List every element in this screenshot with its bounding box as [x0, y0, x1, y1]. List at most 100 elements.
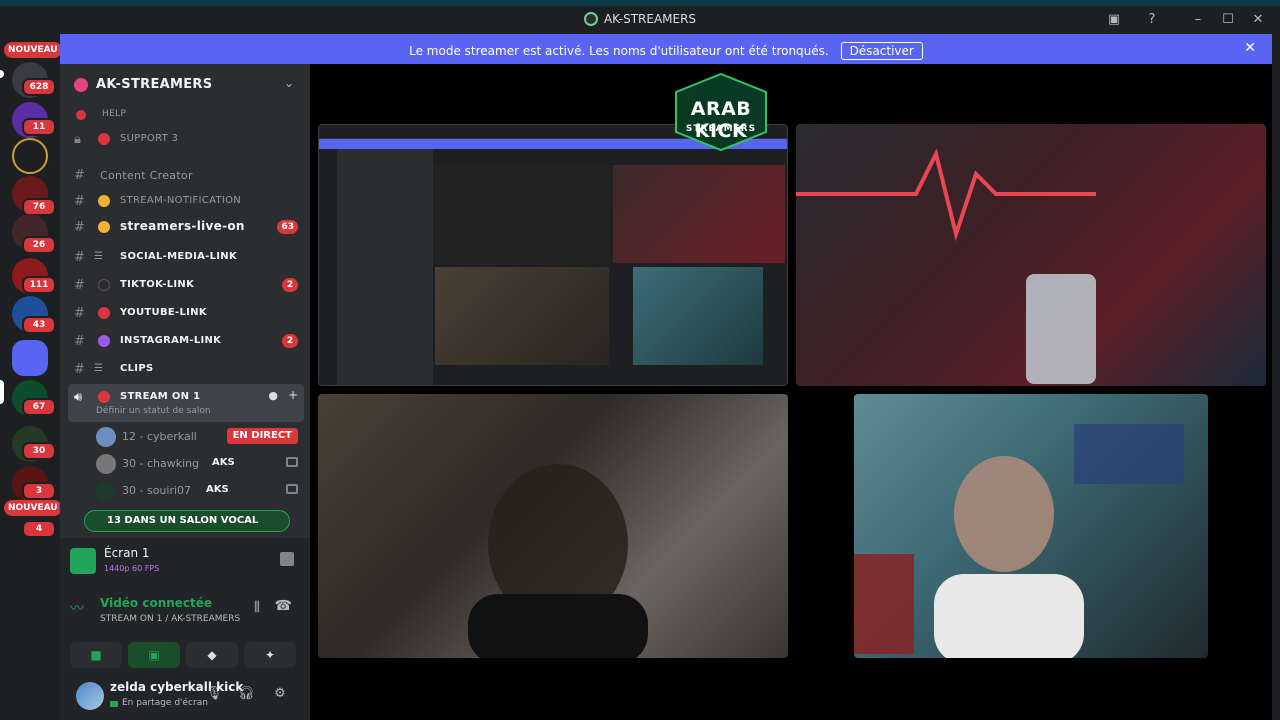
record-icon [98, 391, 110, 403]
channel-name: STREAM-NOTIFICATION [120, 195, 242, 206]
server-tag: AKS [212, 457, 235, 468]
minimize-button[interactable]: – [1186, 10, 1210, 30]
channel-tiktok-link[interactable]: # TIKTOK-LINK 2 [68, 272, 304, 298]
logo-subtext: STREAMERS [685, 124, 757, 134]
noise-suppression-icon[interactable]: ⫼ [254, 600, 260, 615]
voice-channel-stream-on-1[interactable]: 🔊︎ STREAM ON 1 Définir un statut de salo… [68, 384, 304, 422]
mention-count: 2 [282, 334, 298, 348]
gear-icon[interactable]: ⚙ [270, 686, 290, 706]
channel-youtube-link[interactable]: # YOUTUBE-LINK [68, 300, 304, 326]
channel-clips[interactable]: # ☰ CLIPS [68, 356, 304, 382]
video-tile[interactable] [318, 394, 788, 658]
screen-quality: 1440p 60 FPS [104, 564, 160, 573]
user-status: En partage d'écran [122, 698, 208, 708]
soundboard-button[interactable]: ✦ [244, 642, 296, 668]
channel-social-media-link[interactable]: # ☰ SOCIAL-MEDIA-LINK [68, 244, 304, 270]
active-pill [0, 380, 4, 404]
add-user-icon[interactable]: + [288, 388, 298, 402]
mention-count: 63 [277, 220, 298, 234]
channel-instagram-link[interactable]: # INSTAGRAM-LINK 2 [68, 328, 304, 354]
hashtag-icon: # [74, 334, 85, 349]
disable-streamer-button[interactable]: Désactiver [840, 42, 923, 60]
activity-button[interactable]: ◆ [186, 642, 238, 668]
help-icon[interactable]: ? [1140, 10, 1164, 30]
screen-share-icon [70, 548, 96, 574]
channel-name: YOUTUBE-LINK [120, 307, 207, 318]
unread-pill [0, 70, 4, 78]
forum-icon: ☰ [94, 251, 103, 262]
voice-actions: ■ ▣ ◆ ✦ [70, 642, 300, 668]
arab-kick-logo: ARAB KICK STREAMERS [668, 72, 774, 152]
voice-status[interactable]: Définir un statut de salon [96, 406, 211, 416]
channel-name: INSTAGRAM-LINK [120, 335, 222, 346]
voice-summary-pill[interactable]: 13 DANS UN SALON VOCAL [84, 510, 290, 532]
server-badge: 4 [22, 520, 56, 538]
nested-video [435, 267, 609, 365]
server-icon[interactable] [12, 138, 48, 174]
voice-user[interactable]: 30 - chawking AKS [96, 451, 304, 477]
live-badge: EN DIRECT [226, 428, 298, 444]
server-badge: 67 [22, 398, 56, 416]
server-badge: 30 [22, 442, 56, 460]
microphone-icon[interactable]: 🎙︎ [204, 686, 224, 706]
app-logo-icon [583, 12, 598, 26]
server-badge: 628 [22, 78, 56, 96]
headphones-icon[interactable]: 🎧︎ [236, 686, 256, 706]
video-tile[interactable] [796, 124, 1266, 386]
voice-user[interactable]: 12 - cyberkall EN DIRECT [96, 424, 304, 450]
hashtag-icon: # [74, 194, 85, 209]
screen-share-card[interactable]: Écran 1 1440p 60 FPS [70, 544, 298, 584]
connection-channel[interactable]: STREAM ON 1 / AK-STREAMERS [100, 614, 240, 624]
camera-button[interactable]: ■ [70, 642, 122, 668]
hashtag-icon: # [74, 220, 85, 235]
channel-support[interactable]: 🔒︎ SUPPORT 3 [68, 126, 304, 152]
channel-help[interactable]: HELP [68, 102, 304, 128]
hashtag-icon: # [74, 362, 85, 377]
video-tile[interactable] [854, 394, 1208, 658]
server-list: NOUVEAU 628 11 76 26 111 43 67 30 3 NOUV… [0, 34, 62, 720]
video-stage: ARAB KICK STREAMERS [310, 64, 1272, 720]
disconnect-icon[interactable]: ☎ [275, 598, 292, 614]
connection-title: Vidéo connectée [100, 596, 213, 610]
youtube-icon [98, 307, 110, 319]
server-badge: 43 [22, 316, 56, 334]
channel-name: CLIPS [120, 363, 154, 374]
signal-icon[interactable]: 〰 [70, 598, 88, 617]
server-badge: 111 [22, 276, 56, 294]
logo-text: ARAB KICK [690, 98, 752, 142]
stop-share-icon[interactable] [280, 552, 294, 566]
window-title: AK-STREAMERS [0, 12, 1280, 26]
forum-icon: ☰ [94, 363, 103, 374]
category-content-creator[interactable]: # Content Creator [68, 162, 304, 188]
hashtag-icon: # [74, 250, 85, 265]
banner-text: Le mode streamer est activé. Les noms d'… [409, 44, 829, 58]
server-badge: 26 [22, 236, 56, 254]
server-badge: 11 [22, 118, 56, 136]
guild-header[interactable]: AK-STREAMERS ⌄ [60, 64, 310, 106]
screen-share-button[interactable]: ▣ [128, 642, 180, 668]
avatar[interactable] [76, 682, 104, 710]
hashtag-icon: # [74, 168, 85, 183]
account-row: zelda cyberkall kick En partage d'écran … [60, 676, 310, 720]
inbox-icon[interactable]: ▣ [1102, 10, 1126, 30]
maximize-button[interactable]: ☐ [1216, 10, 1240, 30]
close-icon[interactable]: ✕ [1244, 40, 1256, 56]
screen-share-tile[interactable] [318, 124, 788, 386]
tiktok-icon [98, 279, 110, 291]
nested-grid [435, 165, 611, 265]
lock-icon: 🔒︎ [74, 132, 81, 147]
voice-connection: 〰 Vidéo connectée STREAM ON 1 / AK-STREA… [70, 596, 298, 634]
channel-stream-notification[interactable]: # STREAM-NOTIFICATION [68, 188, 304, 214]
chat-bubble-icon[interactable]: ● [268, 389, 278, 402]
folder-icon[interactable] [12, 340, 48, 376]
chevron-down-icon[interactable]: ⌄ [284, 76, 294, 90]
channel-streamers-live-on[interactable]: # streamers-live-on 63 [68, 214, 304, 240]
nested-video [633, 267, 763, 365]
user-panel: Écran 1 1440p 60 FPS 〰 Vidéo connectée S… [60, 538, 310, 720]
voice-user[interactable]: 30 - souiri07 AKS [96, 478, 304, 504]
close-window-button[interactable]: ✕ [1246, 10, 1270, 30]
camera-icon [286, 484, 298, 494]
channel-name: SOCIAL-MEDIA-LINK [120, 251, 238, 262]
hashtag-icon: # [74, 306, 85, 321]
instagram-icon [98, 335, 110, 347]
